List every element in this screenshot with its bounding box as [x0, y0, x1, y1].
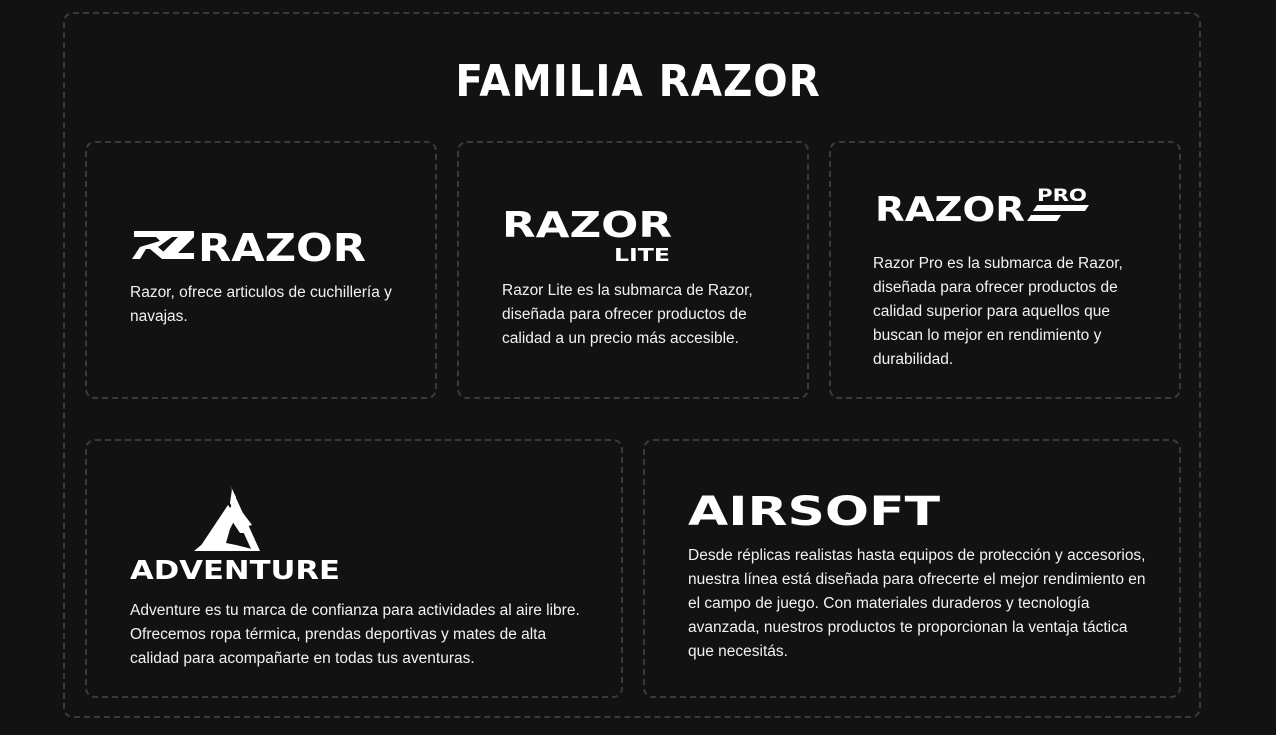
brand-card-adventure[interactable]: ADVENTURE Adventure es tu marca de confi…: [85, 439, 623, 698]
svg-text:PRO: PRO: [1037, 186, 1087, 206]
svg-text:RAZOR: RAZOR: [875, 190, 1025, 227]
svg-text:LITE: LITE: [614, 245, 670, 265]
brand-description: Desde réplicas realistas hasta equipos d…: [688, 547, 1146, 660]
svg-text:ADVENTURE: ADVENTURE: [130, 556, 340, 583]
brand-card-razor-lite[interactable]: RAZOR LITE Razor Lite es la submarca de …: [457, 141, 809, 399]
section-title: FAMILIA RAZOR: [455, 56, 821, 107]
svg-text:RAZOR: RAZOR: [502, 205, 672, 246]
brand-card-airsoft[interactable]: AIRSOFT Desde réplicas realistas hasta e…: [643, 439, 1181, 698]
razor-logo: RAZOR: [132, 226, 366, 265]
svg-text:AIRSOFT: AIRSOFT: [688, 489, 941, 529]
brand-card-razor[interactable]: RAZOR Razor, ofrece articulos de cuchill…: [85, 141, 437, 399]
svg-text:RAZOR: RAZOR: [198, 226, 366, 265]
speed-stripes-icon: [1027, 205, 1089, 221]
airsoft-logo: AIRSOFT: [688, 489, 941, 529]
adventure-logo: ADVENTURE: [130, 485, 340, 583]
rz-monogram-icon: [132, 231, 194, 259]
razor-pro-logo: RAZOR PRO: [875, 186, 1089, 227]
brand-card-razor-pro[interactable]: RAZOR PRO Razor Pro es la submarca de Ra…: [829, 141, 1181, 399]
brand-description: Adventure es tu marca de confianza para …: [130, 602, 580, 667]
brand-description: Razor, ofrece articulos de cuchillería y…: [130, 284, 392, 325]
razor-lite-logo: RAZOR LITE: [502, 205, 672, 265]
brand-description: Razor Pro es la submarca de Razor, diseñ…: [873, 255, 1123, 368]
brand-description: Razor Lite es la submarca de Razor, dise…: [502, 282, 753, 347]
mountain-icon: [194, 485, 260, 551]
